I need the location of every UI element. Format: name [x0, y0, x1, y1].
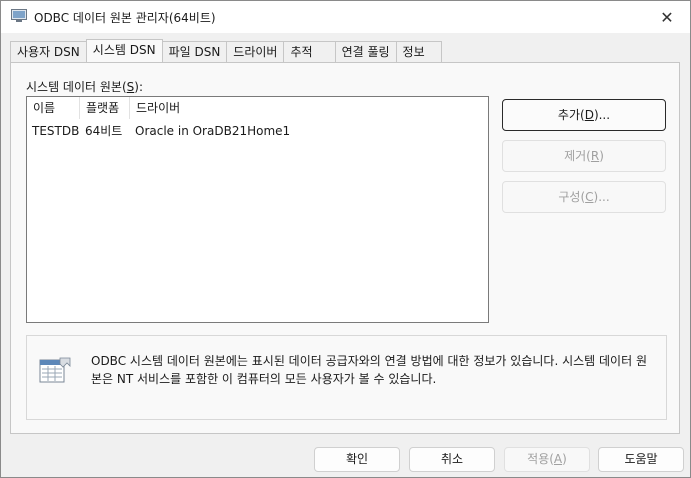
- remove-accesskey: R: [590, 149, 600, 163]
- window-title: ODBC 데이터 원본 관리자(64비트): [34, 11, 216, 25]
- info-description: ODBC 시스템 데이터 원본에는 표시된 데이터 공급자와의 연결 방법에 대…: [91, 354, 647, 386]
- tab-connection-pooling[interactable]: 연결 풀링: [334, 41, 397, 62]
- tab-user-dsn[interactable]: 사용자 DSN: [10, 41, 87, 62]
- add-accesskey: D: [584, 108, 594, 122]
- label-text: 시스템 데이터 원본(: [26, 80, 127, 94]
- column-header-driver[interactable]: 드라이버: [130, 97, 330, 119]
- data-source-icon: [39, 357, 71, 383]
- add-suffix: )...: [593, 108, 611, 122]
- label-suffix: ):: [134, 80, 143, 94]
- list-header: 이름 플랫폼 드라이버: [27, 97, 488, 119]
- cell-platform: 64비트: [85, 124, 123, 138]
- system-data-sources-label: 시스템 데이터 원본(S):: [26, 78, 143, 95]
- column-header-platform[interactable]: 플랫폼: [80, 97, 130, 119]
- tab-tracing[interactable]: 추적: [283, 41, 336, 62]
- configure-button[interactable]: 구성(C)...: [502, 181, 666, 213]
- tab-strip: 사용자 DSN 시스템 DSN 파일 DSN 드라이버 추적 연결 풀링 정보: [10, 39, 442, 62]
- table-row[interactable]: TESTDB 64비트 Oracle in OraDB21Home1: [27, 122, 330, 140]
- tab-system-dsn[interactable]: 시스템 DSN: [85, 39, 163, 62]
- tab-about[interactable]: 정보: [395, 41, 442, 62]
- configure-suffix: )...: [593, 190, 610, 204]
- add-button[interactable]: 추가(D)...: [502, 99, 666, 131]
- close-icon: ✕: [660, 7, 674, 27]
- add-label: 추가(: [557, 108, 585, 122]
- odbc-app-icon: [11, 9, 27, 22]
- tab-drivers[interactable]: 드라이버: [226, 41, 285, 62]
- cancel-button[interactable]: 취소: [409, 447, 495, 472]
- remove-button[interactable]: 제거(R): [502, 140, 666, 172]
- cell-name: TESTDB: [32, 124, 80, 138]
- apply-suffix: ): [562, 452, 567, 466]
- configure-label: 구성(: [558, 190, 586, 204]
- apply-button[interactable]: 적용(A): [504, 447, 590, 472]
- help-button[interactable]: 도움말: [598, 447, 684, 472]
- data-source-list[interactable]: 이름 플랫폼 드라이버 TESTDB 64비트 Oracle in OraDB2…: [26, 96, 489, 323]
- remove-suffix: ): [599, 149, 604, 163]
- close-button[interactable]: ✕: [644, 1, 690, 33]
- cell-driver: Oracle in OraDB21Home1: [135, 124, 291, 138]
- ok-button[interactable]: 확인: [314, 447, 400, 472]
- odbc-admin-window: ODBC 데이터 원본 관리자(64비트) ✕ 사용자 DSN 시스템 DSN …: [0, 0, 691, 478]
- tab-file-dsn[interactable]: 파일 DSN: [161, 41, 228, 62]
- remove-label: 제거(: [564, 149, 591, 163]
- system-dsn-panel: 시스템 데이터 원본(S): 이름 플랫폼 드라이버 TESTDB 64비트 O…: [10, 62, 680, 434]
- info-box: ODBC 시스템 데이터 원본에는 표시된 데이터 공급자와의 연결 방법에 대…: [26, 335, 667, 420]
- column-header-name[interactable]: 이름: [27, 97, 80, 119]
- apply-label: 적용(: [527, 452, 554, 466]
- configure-accesskey: C: [585, 190, 594, 204]
- apply-accesskey: A: [553, 452, 563, 466]
- title-bar[interactable]: ODBC 데이터 원본 관리자(64비트) ✕: [1, 1, 690, 33]
